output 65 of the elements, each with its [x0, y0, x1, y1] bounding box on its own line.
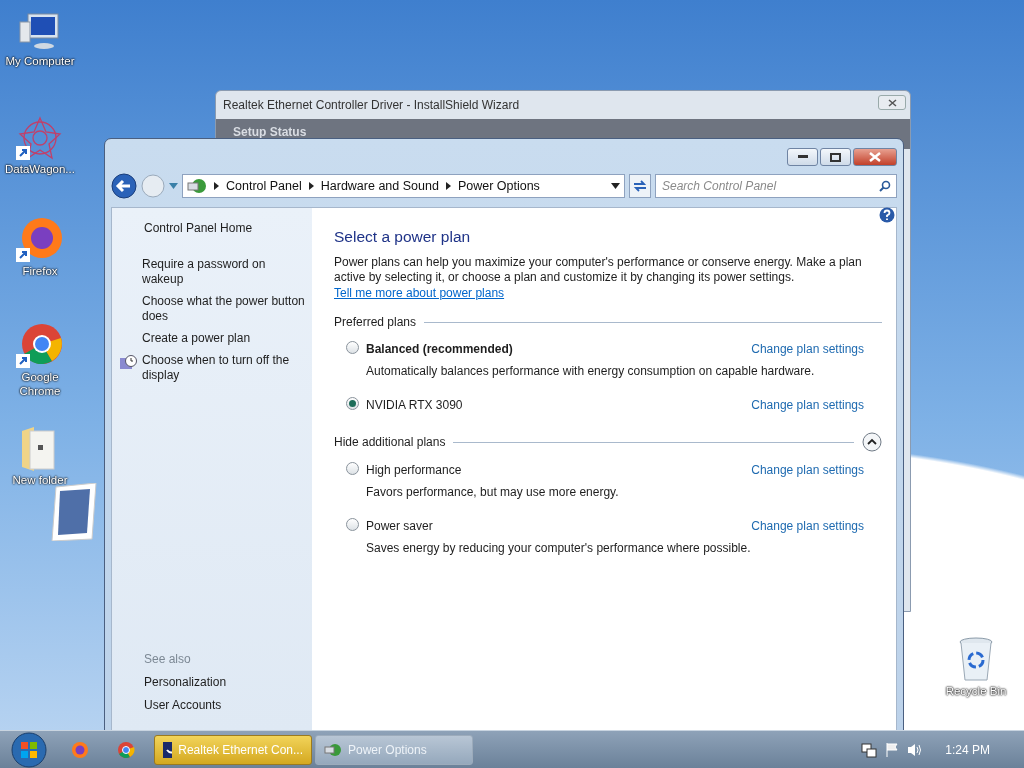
sidebar-link[interactable]: Choose when to turn off the display: [142, 353, 306, 383]
window-title: Realtek Ethernet Controller Driver - InstallShield Wizard: [223, 97, 520, 114]
framed-window-drawing: [50, 483, 98, 541]
help-icon[interactable]: [879, 206, 895, 223]
flag-icon[interactable]: [885, 741, 900, 758]
plan-name: Balanced (recommended): [366, 341, 514, 359]
icon-label[interactable]: Recycle Bin: [945, 684, 1007, 698]
start-button[interactable]: [9, 731, 49, 768]
plan-name: High performance: [366, 462, 463, 480]
radio-button[interactable]: [346, 341, 359, 355]
icon-label[interactable]: My Computer: [5, 54, 75, 68]
chevron-right-icon[interactable]: [214, 182, 219, 190]
help-link[interactable]: Tell me more about power plans: [334, 285, 505, 300]
sidebar-link[interactable]: Require a password on wakeup: [142, 257, 306, 287]
plan-name: NVIDIA RTX 3090: [366, 397, 464, 415]
sidebar-link[interactable]: Choose what the power button does: [142, 294, 306, 324]
address-bar[interactable]: Control Panel Hardware and Sound Power Options: [182, 174, 625, 198]
star-pattern-icon[interactable]: [16, 114, 64, 162]
sidebar-link[interactable]: Control Panel Home: [144, 221, 306, 236]
group-label: Preferred plans: [334, 314, 417, 332]
sidebar-link[interactable]: Create a power plan: [142, 331, 251, 346]
close-button[interactable]: [878, 95, 906, 110]
search-field[interactable]: Search Control Panel: [655, 174, 897, 198]
settings-link[interactable]: Change plan settings: [751, 340, 864, 359]
settings-link[interactable]: Change plan settings: [751, 396, 864, 415]
minimize-button[interactable]: [787, 148, 818, 166]
intro-text: Power plans can help you maximize your computer's performance or conserve energy. Make a plan active by selecting it, or choose a plan and customize it by changing its power settings. Tell me more about power plans: [334, 254, 863, 302]
installer-icon: [163, 741, 173, 758]
close-button[interactable]: [853, 148, 897, 166]
plan-description: Saves energy by reducing your computer's performance where possible.: [366, 540, 752, 558]
plan-description: Automatically balances performance with energy consumption on capable hardware.: [366, 363, 816, 381]
chevron-right-icon[interactable]: [445, 182, 451, 190]
maximize-button[interactable]: [820, 148, 851, 166]
collapse-button[interactable]: [862, 432, 882, 453]
breadcrumb-item[interactable]: Power Options: [457, 176, 540, 196]
sidebar-link[interactable]: Personalization: [144, 675, 306, 690]
control-panel-icon: [187, 177, 207, 195]
refresh-button[interactable]: [629, 174, 651, 198]
breadcrumb-item[interactable]: Control Panel: [226, 176, 302, 196]
back-button[interactable]: [111, 173, 137, 199]
chevron-right-icon[interactable]: [308, 182, 314, 190]
sidebar-link[interactable]: User Accounts: [144, 698, 306, 713]
page-heading: Select a power plan: [334, 228, 472, 247]
minimize-icon[interactable]: [797, 155, 808, 159]
clock-monitor-icon: [120, 355, 137, 371]
radio-button[interactable]: [346, 462, 359, 476]
control-panel-icon: [324, 741, 342, 758]
plan-name: Power saver: [366, 518, 434, 536]
section-label: See also: [144, 652, 192, 667]
search-icon[interactable]: [879, 180, 891, 192]
firefox-icon[interactable]: [16, 216, 64, 264]
chrome-icon[interactable]: [16, 322, 64, 370]
speaker-icon[interactable]: [907, 741, 924, 758]
settings-link[interactable]: Change plan settings: [751, 461, 864, 480]
radio-button[interactable]: [346, 397, 359, 411]
dropdown-arrow-icon[interactable]: [611, 183, 620, 189]
group-label[interactable]: Hide additional plans: [334, 433, 446, 452]
radio-button[interactable]: [346, 518, 359, 532]
breadcrumb-item[interactable]: Hardware and Sound: [320, 176, 439, 196]
plan-description: Favors performance, but may use more energy.: [366, 484, 620, 502]
settings-link[interactable]: Change plan settings: [751, 517, 864, 536]
maximize-icon[interactable]: [830, 152, 841, 162]
chrome-icon[interactable]: [117, 740, 135, 759]
network-icon[interactable]: [861, 741, 878, 758]
close-icon[interactable]: [887, 98, 897, 107]
